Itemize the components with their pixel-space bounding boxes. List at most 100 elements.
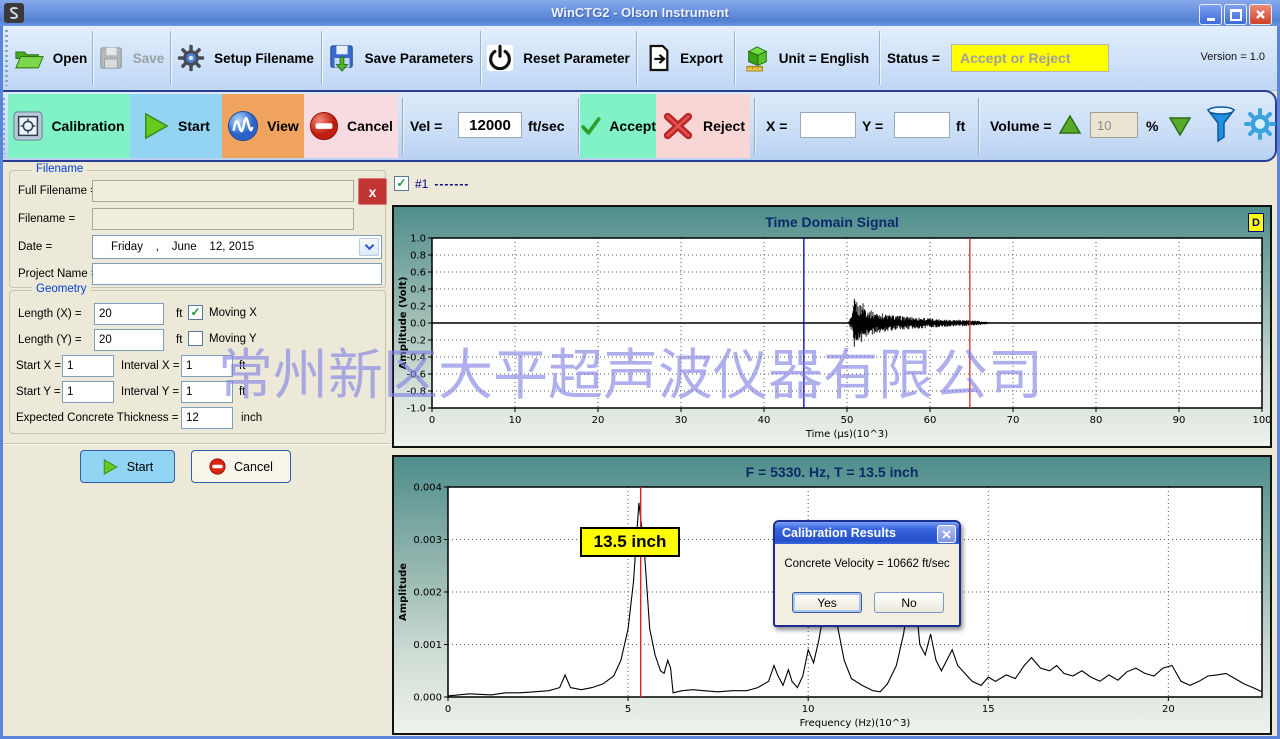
geometry-group-legend: Geometry xyxy=(32,283,91,295)
frequency-chart-panel: F = 5330. Hz, T = 13.5 inch 051015200.00… xyxy=(392,455,1272,735)
dialog-message: Concrete Velocity = 10662 ft/sec xyxy=(775,558,959,570)
export-icon xyxy=(647,44,671,72)
svg-text:Frequency (Hz)(10^3): Frequency (Hz)(10^3) xyxy=(800,718,911,729)
project-name-input[interactable] xyxy=(92,263,382,285)
restore-button[interactable] xyxy=(1224,4,1247,25)
y-input[interactable] xyxy=(894,112,950,138)
interval-y-input[interactable] xyxy=(181,381,233,403)
svg-text:15: 15 xyxy=(982,704,995,715)
start-button[interactable]: Start xyxy=(130,94,222,158)
filter-button[interactable] xyxy=(1206,106,1236,149)
svg-text:0.003: 0.003 xyxy=(413,535,442,546)
unit-cube-icon xyxy=(744,43,770,73)
accept-button[interactable]: Accept xyxy=(580,94,656,158)
save-button[interactable]: Save xyxy=(95,26,167,90)
start-x-input[interactable] xyxy=(62,355,114,377)
xy-unit-label: ft xyxy=(956,92,965,160)
filename-group-legend: Filename xyxy=(32,163,87,175)
no-button[interactable]: No xyxy=(874,592,944,613)
no-entry-icon xyxy=(309,111,339,141)
svg-text:80: 80 xyxy=(1090,415,1103,426)
svg-text:1.0: 1.0 xyxy=(410,234,426,245)
moving-y-checkbox[interactable] xyxy=(188,331,203,346)
chart-area: #1 ------- Time Domain Signal D 01020304… xyxy=(390,162,1277,736)
triangle-up-icon xyxy=(1058,114,1082,135)
svg-text:0.000: 0.000 xyxy=(413,693,442,704)
panel-cancel-button[interactable]: Cancel xyxy=(191,450,291,483)
x-label: X = xyxy=(766,92,787,160)
setup-gear-icon xyxy=(177,44,205,72)
setup-filename-button[interactable]: Setup Filename xyxy=(173,26,318,90)
cancel-button[interactable]: Cancel xyxy=(304,94,398,158)
start-y-input[interactable] xyxy=(62,381,114,403)
thickness-input[interactable] xyxy=(181,407,233,429)
panel-start-label: Start xyxy=(127,460,153,474)
filename-input[interactable] xyxy=(92,208,354,230)
export-button[interactable]: Export xyxy=(639,26,731,90)
open-folder-icon xyxy=(14,46,44,71)
svg-text:0.8: 0.8 xyxy=(410,251,426,262)
interval-x-input[interactable] xyxy=(181,355,233,377)
cancel-label: Cancel xyxy=(347,118,393,134)
start-y-label: Start Y = xyxy=(16,386,61,398)
x-input[interactable] xyxy=(800,112,856,138)
reset-parameter-label: Reset Parameter xyxy=(523,51,630,66)
moving-x-checkbox[interactable] xyxy=(188,305,203,320)
close-filename-button[interactable]: x xyxy=(358,178,387,205)
full-filename-label: Full Filename = xyxy=(18,185,97,197)
volume-down-button[interactable] xyxy=(1168,116,1192,142)
chevron-down-icon[interactable] xyxy=(359,238,379,256)
minimize-button[interactable] xyxy=(1199,4,1222,25)
length-x-input[interactable] xyxy=(94,303,164,325)
save-parameters-button[interactable]: Save Parameters xyxy=(324,26,477,90)
dialog-title-bar: Calibration Results xyxy=(775,522,959,544)
geometry-group: Geometry Length (X) = ft Moving X Length… xyxy=(9,290,386,434)
settings-button[interactable] xyxy=(1244,108,1276,145)
svg-text:-0.6: -0.6 xyxy=(406,370,426,381)
toolbar-gripper[interactable] xyxy=(5,30,8,86)
no-entry-icon xyxy=(209,458,226,475)
date-dropdown[interactable]: Friday , June 12, 2015 xyxy=(92,235,382,259)
panel-cancel-label: Cancel xyxy=(234,460,273,474)
time-domain-plot: 01020304050607080901001.00.80.60.40.20.0… xyxy=(394,207,1270,446)
yes-button[interactable]: Yes xyxy=(792,592,862,613)
start-x-label: Start X = xyxy=(16,360,61,372)
svg-text:10: 10 xyxy=(509,415,522,426)
moving-y-label: Moving Y xyxy=(209,333,257,345)
reset-parameter-button[interactable]: Reset Parameter xyxy=(483,26,633,90)
interval-x-label: Interval X = xyxy=(121,360,180,372)
panel-start-button[interactable]: Start xyxy=(80,450,175,483)
svg-text:0: 0 xyxy=(429,415,435,426)
calibration-button[interactable]: Calibration xyxy=(8,94,130,158)
svg-text:5: 5 xyxy=(625,704,631,715)
close-button[interactable] xyxy=(1249,4,1272,25)
svg-text:-0.2: -0.2 xyxy=(406,336,426,347)
start-label: Start xyxy=(178,118,210,134)
volume-input[interactable] xyxy=(1090,112,1138,138)
svg-text:10: 10 xyxy=(802,704,815,715)
filename-label: Filename = xyxy=(18,213,75,225)
svg-text:40: 40 xyxy=(758,415,771,426)
unit-button[interactable]: Unit = English xyxy=(737,26,876,90)
setup-filename-label: Setup Filename xyxy=(214,51,314,66)
main-toolbar: Open Save xyxy=(3,26,1277,91)
dialog-title: Calibration Results xyxy=(782,526,896,540)
volume-up-button[interactable] xyxy=(1058,114,1082,140)
minimize-icon xyxy=(1207,18,1215,21)
vel-unit-label: ft/sec xyxy=(528,92,565,160)
svg-text:20: 20 xyxy=(1162,704,1175,715)
length-x-label: Length (X) = xyxy=(18,308,82,320)
open-button[interactable]: Open xyxy=(9,26,92,90)
view-button[interactable]: View xyxy=(222,94,304,158)
export-label: Export xyxy=(680,51,723,66)
channel-1-trace-dashes: ------- xyxy=(434,177,469,191)
calibration-results-dialog: Calibration Results Concrete Velocity = … xyxy=(773,520,961,627)
dialog-close-button[interactable] xyxy=(937,525,956,543)
channel-1-checkbox[interactable] xyxy=(394,176,409,191)
waveform-icon xyxy=(227,110,259,142)
velocity-input[interactable] xyxy=(458,112,522,138)
time-domain-chart-panel: Time Domain Signal D 0102030405060708090… xyxy=(392,205,1272,448)
reject-button[interactable]: Reject xyxy=(656,94,750,158)
full-filename-input[interactable] xyxy=(92,180,354,202)
length-y-input[interactable] xyxy=(94,329,164,351)
